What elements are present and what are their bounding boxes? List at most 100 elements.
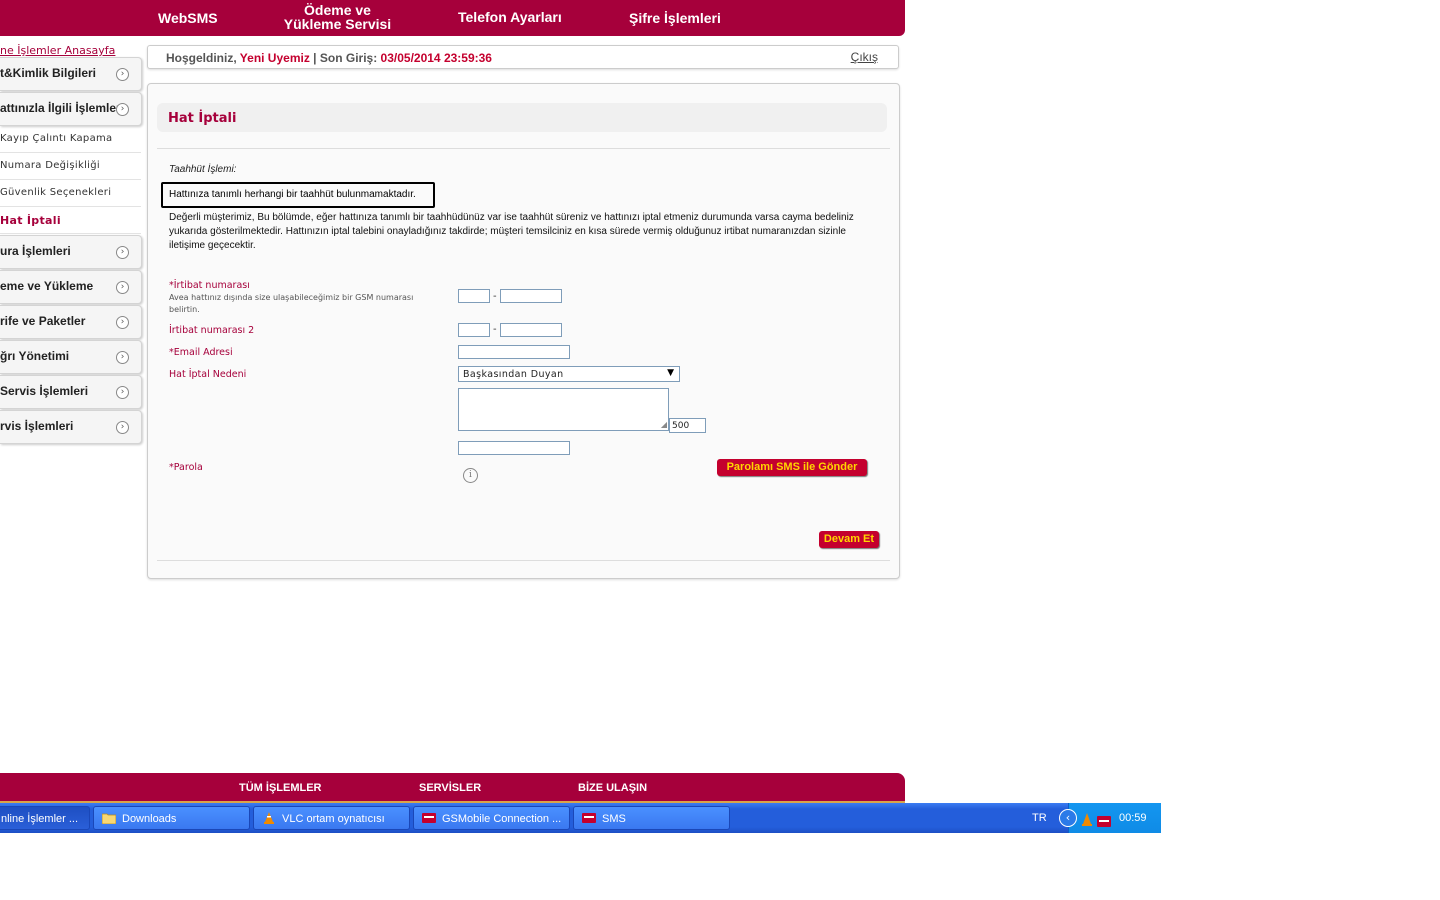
sidebar-item-label: rvis İşlemleri <box>0 419 74 433</box>
sidebar-item-label: t&Kimlik Bilgileri <box>0 66 97 80</box>
page-title-box: Hat İptali <box>157 103 887 132</box>
footer-all-operations[interactable]: TÜM İŞLEMLER <box>239 782 322 794</box>
sidebar-item-label: Numara Değişikliği <box>0 160 100 171</box>
sidebar-item-label: ğrı Yönetimi <box>0 349 70 363</box>
main-panel: Hat İptali Taahhüt İşlemi: Hattınıza tan… <box>147 83 900 579</box>
language-indicator[interactable]: TR <box>1032 812 1047 824</box>
password-input[interactable] <box>458 441 570 455</box>
sidebar-subitem-numara-degisikligi[interactable]: Numara Değişikliği <box>0 153 141 180</box>
taskbar-item-label: SMS <box>602 813 626 825</box>
sidebar-item-odeme-yukleme[interactable]: eme ve Yükleme › <box>0 270 142 304</box>
taskbar-item-label: GSMobile Connection ... <box>442 813 562 825</box>
sidebar-item-servis-1[interactable]: Servis İşlemleri › <box>0 375 142 409</box>
chevron-right-icon: › <box>116 246 129 259</box>
gsmobile-tray-icon[interactable] <box>1097 812 1111 831</box>
sidebar-item-label: Hat İptali <box>0 214 61 227</box>
taskbar-item-vlc[interactable]: VLC ortam oynatıcısı <box>253 806 410 830</box>
chevron-right-icon: › <box>116 281 129 294</box>
nav-odeme-yukleme[interactable]: Ödeme ve Yükleme Servisi <box>280 3 395 31</box>
sidebar-item-cagri[interactable]: ğrı Yönetimi › <box>0 340 142 374</box>
nav-odeme-line2: Yükleme Servisi <box>283 16 392 32</box>
reason-textarea[interactable]: ◢ <box>458 388 669 431</box>
nav-websms[interactable]: WebSMS <box>158 11 218 25</box>
cancel-reason-select[interactable]: Başkasından Duyan ▼ <box>458 366 680 382</box>
commitment-label: Taahhüt İşlemi: <box>169 164 237 175</box>
char-counter-value: 500 <box>672 421 690 431</box>
password-label: *Parola <box>169 462 203 473</box>
folder-icon <box>101 812 117 825</box>
last-login-value: 03/05/2014 23:59:36 <box>380 51 492 65</box>
contact-prefix-input[interactable] <box>458 289 490 303</box>
nav-sifre-islemleri[interactable]: Şifre İşlemleri <box>629 11 721 25</box>
commitment-text: Hattınıza tanımlı herhangi bir taahhüt b… <box>169 189 416 200</box>
commitment-box: Hattınıza tanımlı herhangi bir taahhüt b… <box>161 182 435 208</box>
contact2-number-input[interactable] <box>500 323 562 337</box>
nav-telefon-ayarlari[interactable]: Telefon Ayarları <box>458 10 562 24</box>
sidebar-item-label: ura İşlemleri <box>0 244 71 258</box>
dash: - <box>493 324 497 335</box>
contact-number-label: *İrtibat numarası <box>169 280 250 291</box>
chevron-right-icon: › <box>116 68 129 81</box>
taskbar-item-sms[interactable]: SMS <box>573 806 730 830</box>
chevron-right-icon: › <box>116 351 129 364</box>
divider <box>157 148 890 149</box>
logout-link[interactable]: Çıkış <box>851 50 878 64</box>
resize-grip-icon[interactable]: ◢ <box>661 420 667 429</box>
sidebar-item-hat-islemler[interactable]: attınızla İlgili İşlemler › <box>0 92 142 126</box>
dash: - <box>493 291 497 302</box>
sidebar-item-label: Kayıp Çalıntı Kapama <box>0 133 113 144</box>
footer-nav: TÜM İŞLEMLER SERVİSLER BİZE ULAŞIN <box>0 773 905 801</box>
taskbar-item-label: VLC ortam oynatıcısı <box>282 813 385 825</box>
contact-number-input[interactable] <box>500 289 562 303</box>
clock[interactable]: 00:59 <box>1119 812 1147 824</box>
vlc-cone-icon <box>262 812 276 824</box>
sidebar-subitem-hat-iptali[interactable]: Hat İptali <box>0 207 141 234</box>
taskbar-item-label: nline İşlemler ... <box>1 813 79 825</box>
continue-button[interactable]: Devam Et <box>819 531 879 548</box>
contact2-prefix-input[interactable] <box>458 323 490 337</box>
cancel-reason-label: Hat İptal Nedeni <box>169 369 247 380</box>
sidebar-subitem-kayip-calinti[interactable]: Kayıp Çalıntı Kapama <box>0 126 141 153</box>
sidebar-item-servis-2[interactable]: rvis İşlemleri › <box>0 410 142 444</box>
taskbar-item-online-islemler[interactable]: nline İşlemler ... <box>0 806 90 830</box>
sidebar-item-fatura[interactable]: ura İşlemleri › <box>0 235 142 269</box>
greeting: Hoşgeldiniz, <box>166 51 237 65</box>
send-password-sms-button[interactable]: Parolamı SMS ile Gönder <box>717 459 867 476</box>
email-input[interactable] <box>458 345 570 359</box>
cancel-reason-value: Başkasından Duyan <box>463 369 564 380</box>
page-title: Hat İptali <box>168 111 237 126</box>
chevron-right-icon: › <box>116 421 129 434</box>
contact-number-2-label: İrtibat numarası 2 <box>169 325 255 336</box>
sms-app-icon <box>582 812 596 824</box>
nav-odeme-line1: Ödeme ve <box>304 2 371 18</box>
welcome-bar: Hoşgeldiniz, Yeni Uyemiz | Son Giriş: 03… <box>147 45 899 69</box>
top-nav: WebSMS Ödeme ve Yükleme Servisi Telefon … <box>0 0 905 36</box>
sidebar-item-kimlik[interactable]: t&Kimlik Bilgileri › <box>0 57 142 91</box>
taskbar-item-label: Downloads <box>122 813 177 825</box>
chevron-right-icon: › <box>116 316 129 329</box>
system-tray: ‹ 00:59 <box>1059 803 1161 833</box>
footer-services[interactable]: SERVİSLER <box>419 782 481 794</box>
windows-taskbar: nline İşlemler ... Downloads VLC ortam o… <box>0 803 1161 833</box>
welcome-text: Hoşgeldiniz, Yeni Uyemiz | Son Giriş: 03… <box>166 51 492 65</box>
sidebar-subitem-guvenlik[interactable]: Güvenlik Seçenekleri <box>0 180 141 207</box>
user-name: Yeni Uyemiz <box>239 51 310 65</box>
sidebar-item-label: Güvenlik Seçenekleri <box>0 187 112 198</box>
vlc-tray-icon[interactable] <box>1081 811 1093 830</box>
info-icon[interactable]: i <box>463 468 478 483</box>
email-label: *Email Adresi <box>169 347 233 358</box>
sidebar-item-label: eme ve Yükleme <box>0 279 94 293</box>
info-paragraph: Değerli müşterimiz, Bu bölümde, eğer hat… <box>169 212 854 251</box>
tray-expand-icon[interactable]: ‹ <box>1059 809 1077 827</box>
footer-contact[interactable]: BİZE ULAŞIN <box>578 782 647 794</box>
taskbar-item-downloads[interactable]: Downloads <box>93 806 250 830</box>
taskbar-item-gsmobile[interactable]: GSMobile Connection ... <box>413 806 570 830</box>
gsmobile-icon <box>422 812 436 824</box>
sidebar-item-label: Servis İşlemleri <box>0 384 89 398</box>
divider <box>157 560 890 561</box>
sidebar-breadcrumb-link[interactable]: ne İşlemler Anasayfa <box>0 44 115 57</box>
sidebar-item-tarife[interactable]: rife ve Paketler › <box>0 305 142 339</box>
chevron-right-icon: › <box>116 103 129 116</box>
sidebar-item-label: rife ve Paketler <box>0 314 86 328</box>
dropdown-arrow-icon: ▼ <box>667 368 674 378</box>
